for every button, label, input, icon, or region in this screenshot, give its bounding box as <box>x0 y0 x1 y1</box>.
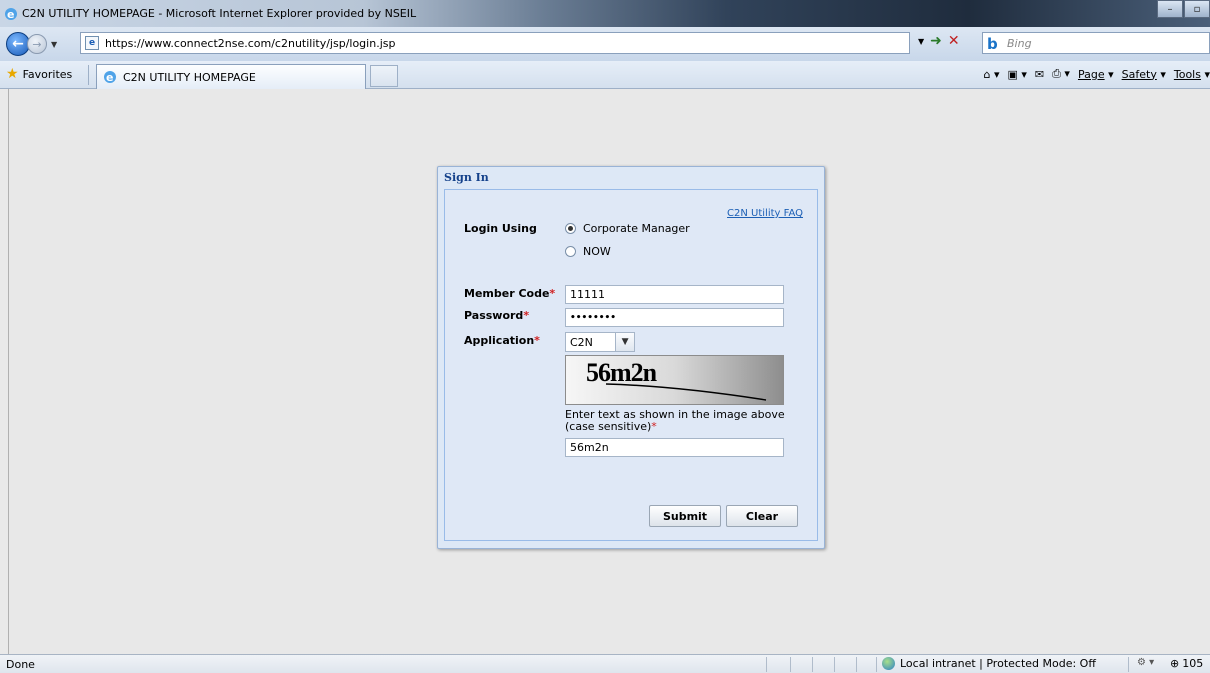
tab-title: C2N UTILITY HOMEPAGE <box>123 70 256 84</box>
radio-label: NOW <box>583 245 611 258</box>
separator <box>1128 657 1129 672</box>
stop-icon[interactable]: ✕ <box>948 33 960 49</box>
search-box[interactable]: b Bing <box>982 32 1210 54</box>
clear-button[interactable]: Clear <box>726 505 798 527</box>
new-tab-button[interactable] <box>370 65 398 87</box>
separator <box>790 657 791 672</box>
radio-unchecked-icon[interactable] <box>565 246 576 257</box>
home-icon[interactable]: ⌂ ▾ <box>983 68 999 81</box>
faq-link[interactable]: C2N Utility FAQ <box>727 208 803 219</box>
safety-menu[interactable]: Safety ▾ <box>1122 68 1166 81</box>
radio-label: Corporate Manager <box>583 222 690 235</box>
status-text: Done <box>6 658 35 671</box>
captcha-hint: Enter text as shown in the image above (… <box>565 408 785 433</box>
application-label: Application* <box>464 334 540 347</box>
ie-logo-icon: e <box>5 7 17 21</box>
separator <box>876 657 877 672</box>
svg-text:e: e <box>7 8 14 21</box>
status-bar: Done Local intranet | Protected Mode: Of… <box>0 654 1210 673</box>
member-code-input[interactable]: 11111 <box>565 285 784 304</box>
feeds-icon[interactable]: ▣ ▾ <box>1008 68 1027 81</box>
tools-menu[interactable]: Tools ▾ <box>1174 68 1210 81</box>
star-icon: ★ <box>6 66 19 82</box>
application-select[interactable]: C2N ▼ <box>565 332 635 352</box>
page-icon: e <box>85 36 99 50</box>
zoom-value: 105 <box>1182 657 1204 670</box>
search-placeholder: Bing <box>1007 36 1032 50</box>
ie-logo-icon: e <box>104 71 116 84</box>
forward-arrow-icon: → <box>32 37 42 51</box>
zone-text: Local intranet | Protected Mode: Off <box>900 657 1096 670</box>
forward-button[interactable]: → <box>27 34 47 54</box>
popup-blocker-icon[interactable]: ⚙ ▾ <box>1137 657 1154 668</box>
favorites-label: Favorites <box>22 67 73 81</box>
captcha-image: 56m2n <box>565 355 784 405</box>
zoom-control[interactable]: ⊕ 105 <box>1170 657 1203 670</box>
svg-text:e: e <box>106 71 113 84</box>
security-zone[interactable]: Local intranet | Protected Mode: Off <box>882 657 1096 670</box>
zoom-icon: ⊕ <box>1170 657 1180 670</box>
command-bar: ⌂ ▾ ▣ ▾ ✉ ⎙ ▾ Page ▾ Safety ▾ Tools ▾ <box>983 67 1210 81</box>
favorites-tab-bar: ★ Favorites e C2N UTILITY HOMEPAGE ⌂ ▾ ▣… <box>0 61 1210 89</box>
radio-checked-icon[interactable] <box>565 223 576 234</box>
address-tools: ▼ ➜ ✕ <box>918 33 960 49</box>
sign-in-header: Sign In <box>444 171 489 184</box>
minimize-button[interactable]: – <box>1157 0 1183 18</box>
captcha-input[interactable]: 56m2n <box>565 438 784 457</box>
url-text[interactable]: https://www.connect2nse.com/c2nutility/j… <box>105 37 395 50</box>
chevron-down-icon[interactable]: ▼ <box>615 333 634 351</box>
login-using-label: Login Using <box>464 222 537 235</box>
page-menu[interactable]: Page ▾ <box>1078 68 1114 81</box>
back-arrow-icon: ← <box>12 36 24 52</box>
password-input[interactable]: •••••••• <box>565 308 784 327</box>
sign-in-panel: Sign In C2N Utility FAQ Login Using Corp… <box>437 166 825 549</box>
tab-c2n-utility[interactable]: e C2N UTILITY HOMEPAGE <box>96 64 366 89</box>
separator <box>766 657 767 672</box>
recent-pages-dropdown[interactable]: ▼ <box>51 40 57 49</box>
radio-now[interactable]: NOW <box>565 245 611 258</box>
separator <box>856 657 857 672</box>
address-toolbar: ← → ▼ e https://www.connect2nse.com/c2nu… <box>0 27 1210 61</box>
address-dropdown[interactable]: ▼ <box>918 37 924 46</box>
page-content: Sign In C2N Utility FAQ Login Using Corp… <box>8 89 1210 654</box>
submit-button[interactable]: Submit <box>649 505 721 527</box>
favorites-button[interactable]: ★ Favorites <box>6 66 72 82</box>
separator <box>812 657 813 672</box>
mail-icon[interactable]: ✉ <box>1035 68 1044 81</box>
captcha-noise-line <box>605 383 767 401</box>
radio-corporate-manager[interactable]: Corporate Manager <box>565 222 690 235</box>
password-label: Password* <box>464 309 530 322</box>
print-icon[interactable]: ⎙ ▾ <box>1052 67 1070 81</box>
separator <box>88 65 89 85</box>
globe-icon <box>882 657 895 670</box>
bing-logo-icon: b <box>987 35 998 53</box>
address-bar[interactable]: e https://www.connect2nse.com/c2nutility… <box>80 32 910 54</box>
application-value: C2N <box>570 335 593 349</box>
maximize-button[interactable]: ▫ <box>1184 0 1210 18</box>
go-arrow-icon[interactable]: ➜ <box>930 33 942 49</box>
sign-in-form: C2N Utility FAQ Login Using Corporate Ma… <box>444 189 818 541</box>
separator <box>834 657 835 672</box>
member-code-label: Member Code* <box>464 287 556 300</box>
title-bar: e C2N UTILITY HOMEPAGE - Microsoft Inter… <box>0 0 1210 27</box>
window-controls: – ▫ <box>1156 0 1210 18</box>
window-title: C2N UTILITY HOMEPAGE - Microsoft Interne… <box>22 7 417 20</box>
